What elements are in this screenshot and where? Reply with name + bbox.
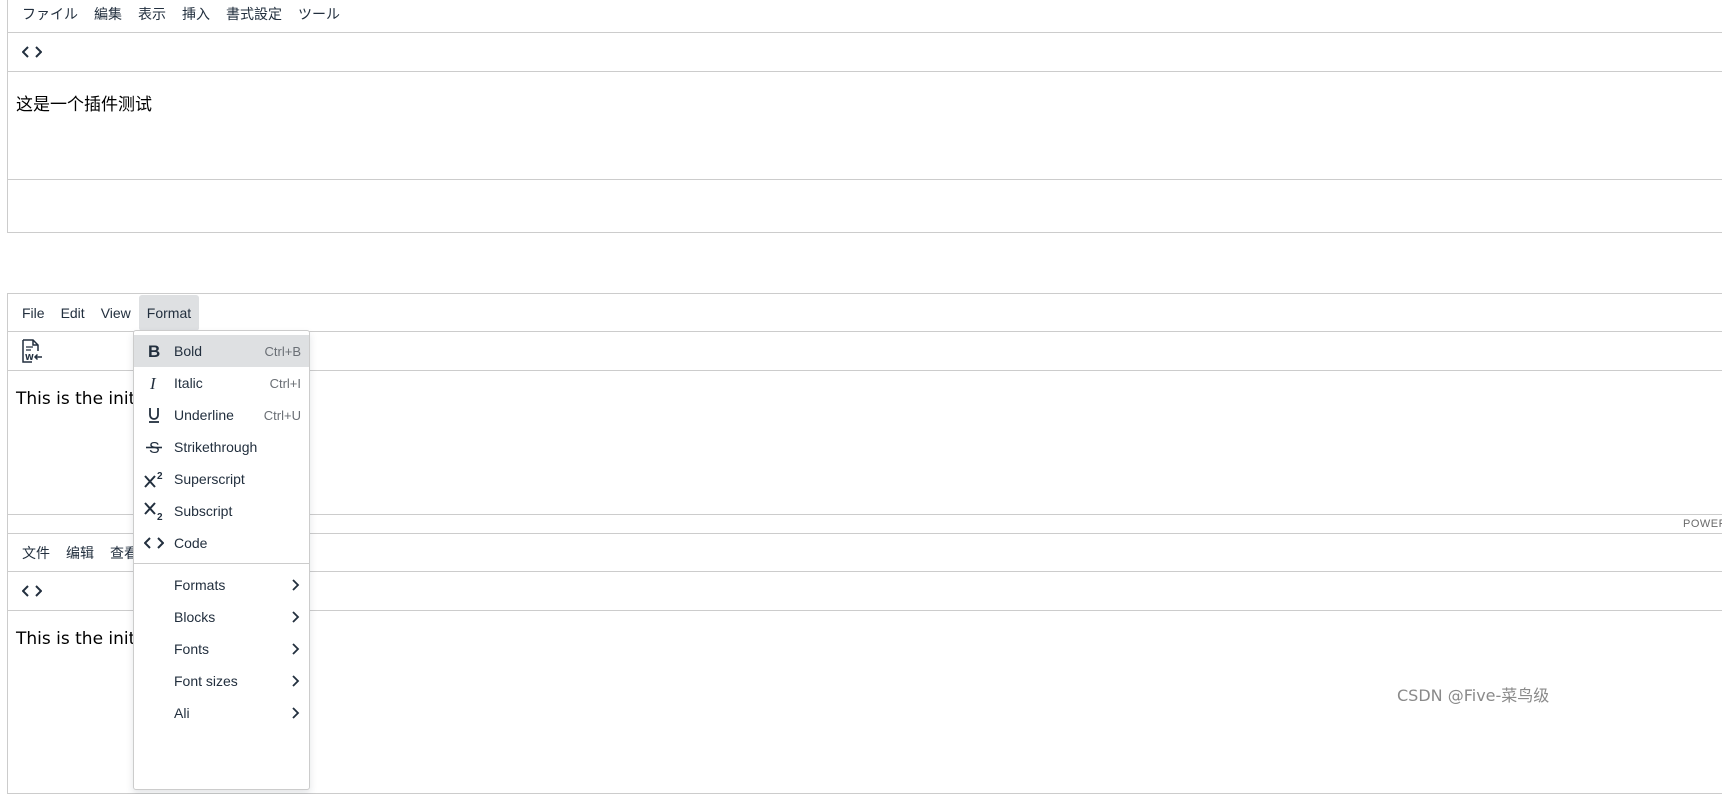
menu-file[interactable]: 文件	[14, 535, 58, 571]
svg-text:2: 2	[157, 471, 163, 482]
menu-view[interactable]: View	[93, 295, 139, 331]
menubar: ファイル 編集 表示 挿入 書式設定 ツール	[8, 0, 1722, 33]
menu-item-underline[interactable]: Underline Ctrl+U	[134, 399, 309, 431]
menu-file[interactable]: ファイル	[14, 0, 86, 32]
content-text: This is the initia	[16, 389, 151, 409]
menu-insert[interactable]: 挿入	[174, 0, 218, 32]
menu-item-label: Formats	[174, 577, 226, 593]
code-icon	[22, 585, 42, 597]
menu-item-shortcut: Ctrl+B	[264, 343, 301, 359]
menu-item-formats[interactable]: Formats	[134, 569, 309, 601]
menu-item-blocks[interactable]: Blocks	[134, 601, 309, 633]
format-dropdown-menu: B Bold Ctrl+B I Italic Ctrl+I Underline …	[133, 330, 310, 790]
menu-edit[interactable]: 编辑	[58, 535, 102, 571]
menu-item-font-sizes[interactable]: Font sizes	[134, 665, 309, 697]
menu-file[interactable]: File	[14, 295, 53, 331]
code-icon	[134, 536, 174, 550]
menu-item-label: Subscript	[174, 503, 233, 519]
menu-item-label: Bold	[174, 343, 203, 359]
powered-by-link[interactable]: POWER	[1683, 518, 1722, 530]
menu-item-label: Superscript	[174, 471, 245, 487]
code-icon	[22, 46, 42, 58]
menu-item-align[interactable]: Ali	[134, 697, 309, 729]
svg-text:B: B	[148, 343, 160, 359]
content-text: This is the initia	[16, 629, 151, 649]
svg-text:2: 2	[157, 512, 163, 520]
menu-item-label: Ali	[174, 705, 190, 721]
content-text: 这是一个插件测试	[16, 95, 152, 115]
menu-item-italic[interactable]: I Italic Ctrl+I	[134, 367, 309, 399]
editor-content[interactable]: 这是一个插件测试	[8, 72, 1722, 179]
menu-item-label: Blocks	[174, 609, 216, 625]
menu-item-label: Strikethrough	[174, 439, 258, 455]
import-word-icon: W	[22, 339, 42, 363]
code-button[interactable]	[20, 579, 44, 603]
menu-separator	[134, 563, 309, 564]
menu-item-superscript[interactable]: 2 Superscript	[134, 463, 309, 495]
svg-text:I: I	[149, 375, 157, 391]
menu-item-fonts[interactable]: Fonts	[134, 633, 309, 665]
statusbar	[8, 179, 1722, 198]
bold-icon: B	[134, 343, 174, 359]
menu-view[interactable]: 表示	[130, 0, 174, 32]
italic-icon: I	[134, 375, 174, 391]
subscript-icon: 2	[134, 502, 174, 520]
menu-format[interactable]: Format	[138, 294, 200, 331]
watermark: CSDN @Five-菜鸟级	[1397, 686, 1550, 705]
menu-tools[interactable]: ツール	[290, 0, 348, 32]
menu-item-code[interactable]: Code	[134, 527, 309, 559]
chevron-right-icon	[292, 707, 300, 719]
menu-item-label: Code	[174, 535, 208, 551]
menu-item-label: Underline	[174, 407, 234, 423]
chevron-right-icon	[292, 579, 300, 591]
menu-item-label: Italic	[174, 375, 203, 391]
editor-japanese: ファイル 編集 表示 挿入 書式設定 ツール 这是一个插件测试	[7, 0, 1722, 233]
menu-item-shortcut: Ctrl+U	[263, 407, 301, 423]
menu-item-strikethrough[interactable]: S Strikethrough	[134, 431, 309, 463]
menu-edit[interactable]: Edit	[53, 295, 93, 331]
import-word-button[interactable]: W	[20, 339, 44, 363]
chevron-right-icon	[292, 611, 300, 623]
toolbar	[8, 33, 1722, 72]
menu-item-subscript[interactable]: 2 Subscript	[134, 495, 309, 527]
menu-edit[interactable]: 編集	[86, 0, 130, 32]
menubar: File Edit View Format	[8, 294, 1722, 332]
svg-text:W: W	[25, 353, 34, 362]
superscript-icon: 2	[134, 470, 174, 488]
menu-item-label: Fonts	[174, 641, 210, 657]
strikethrough-icon: S	[134, 439, 174, 455]
menu-format[interactable]: 書式設定	[218, 0, 290, 32]
menu-item-label: Font sizes	[174, 673, 238, 689]
chevron-right-icon	[292, 643, 300, 655]
menu-item-shortcut: Ctrl+I	[269, 375, 301, 391]
code-button[interactable]	[20, 40, 44, 64]
underline-icon	[134, 407, 174, 423]
chevron-right-icon	[292, 675, 300, 687]
menu-item-bold[interactable]: B Bold Ctrl+B	[134, 335, 309, 367]
